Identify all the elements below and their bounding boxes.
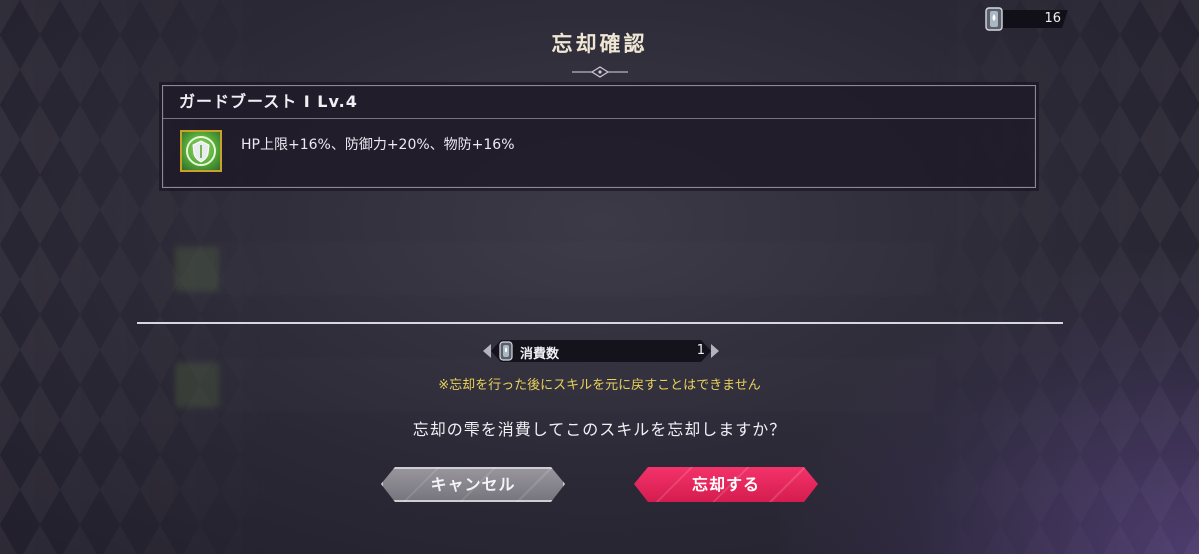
forget-drop-icon (499, 341, 513, 361)
forget-drop-icon (985, 7, 1003, 31)
cost-left-arrow-icon (483, 344, 491, 358)
cost-label: 消費数 (520, 347, 560, 362)
cost-value: 1 (696, 343, 705, 358)
warning-text: ※忘却を行った後にスキルを元に戻すことはできません (438, 378, 761, 393)
forget-button-label: 忘却する (691, 475, 760, 494)
cost-right-arrow-icon (711, 344, 719, 358)
section-divider (137, 322, 1063, 324)
skill-shield-icon (180, 130, 222, 172)
skill-description: HP上限+16%、防御力+20%、物防+16% (241, 137, 515, 153)
skill-name: ガードブースト I Lv.4 (163, 86, 1035, 119)
cancel-button[interactable]: キャンセル (381, 467, 565, 502)
title-ornament-icon (572, 66, 628, 78)
blurred-row (175, 242, 935, 296)
cancel-button-label: キャンセル (430, 475, 516, 494)
confirm-question: 忘却の雫を消費してこのスキルを忘却しますか？ (412, 420, 787, 439)
triangle-pattern-background (0, 0, 1199, 554)
dialog-title: 忘却確認 (551, 32, 648, 56)
cost-indicator: 消費数 1 (483, 340, 719, 362)
forget-button[interactable]: 忘却する (634, 467, 818, 502)
drop-count: 16 (1044, 11, 1061, 26)
drop-counter: 16 (985, 7, 1069, 31)
skill-card: ガードブースト I Lv.4 HP上限+16%、防御力+20%、物防+16% (162, 85, 1036, 188)
purple-glow-decoration (779, 254, 1199, 554)
